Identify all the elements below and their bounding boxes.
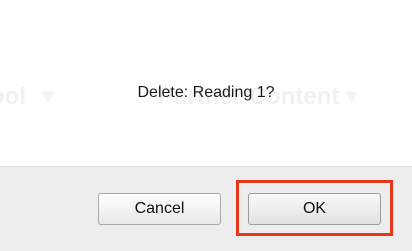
cancel-button[interactable]: Cancel <box>98 193 221 225</box>
dialog-body: ool▾ Partner Content▾ Delete: Reading 1? <box>0 0 412 166</box>
dialog-message: Delete: Reading 1? <box>137 84 275 101</box>
ok-button[interactable]: OK <box>248 193 381 225</box>
confirm-dialog: ool▾ Partner Content▾ Delete: Reading 1?… <box>0 0 412 251</box>
